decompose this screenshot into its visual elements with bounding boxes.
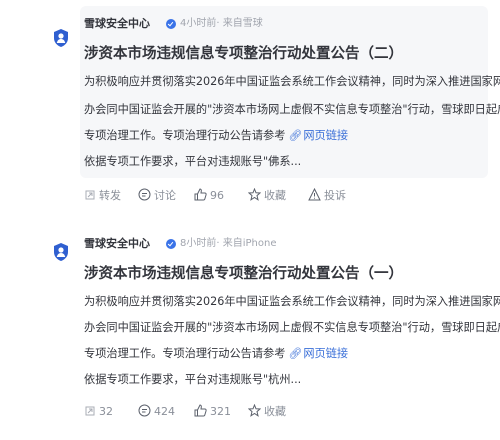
post-body-line[interactable]: 依据专项工作要求，平台对违规账号"杭州...	[84, 372, 301, 388]
post-title[interactable]: 涉资本市场违规信息专项整治行动处置公告（一）	[84, 264, 403, 284]
web-link[interactable]: 网页链接	[303, 129, 348, 142]
comment-icon	[138, 404, 151, 417]
like-count: 96	[210, 189, 224, 202]
post-title[interactable]: 涉资本市场违规信息专项整治行动处置公告（二）	[84, 44, 403, 64]
comment-button[interactable]: 424	[138, 404, 175, 420]
repost-count: 32	[99, 405, 113, 418]
report-button[interactable]: 投诉	[308, 187, 346, 204]
repost-icon	[85, 190, 95, 200]
favorite-button[interactable]: 收藏	[247, 187, 286, 204]
comment-label: 讨论	[154, 189, 176, 202]
comment-count: 424	[154, 405, 175, 418]
verified-badge-icon	[166, 19, 176, 29]
post-body-line: 专项治理工作。专项治理行动公告请参考 🔗︎网页链接	[84, 128, 348, 144]
like-button[interactable]: 321	[194, 404, 231, 420]
comment-button[interactable]: 讨论	[138, 188, 176, 204]
feed-post: 雪球安全中心 4小时前· 来自雪球 涉资本市场违规信息专项整治行动处置公告（二）…	[0, 0, 500, 220]
shield-person-icon[interactable]	[52, 242, 70, 262]
comment-icon	[138, 188, 151, 201]
post-body-text: 专项治理工作。专项治理行动公告请参考	[84, 347, 286, 360]
post-body-line: 办会同中国证监会开展的"涉资本市场网上虚假不实信息专项整治"行动，雪球即日起启动	[84, 103, 500, 116]
verified-badge-icon	[166, 239, 176, 249]
favorite-label: 收藏	[264, 405, 286, 418]
action-bar: 转发 讨论 96 收藏 投诉	[84, 187, 484, 204]
action-bar: 32 424 321 收藏	[84, 403, 484, 420]
repost-icon	[85, 406, 95, 416]
post-meta: 8小时前· 来自iPhone	[180, 238, 277, 249]
like-button[interactable]: 96	[194, 188, 224, 204]
web-link[interactable]: 网页链接	[303, 347, 348, 360]
shield-person-icon[interactable]	[52, 28, 70, 48]
feed-post: 雪球安全中心 8小时前· 来自iPhone 涉资本市场违规信息专项整治行动处置公…	[0, 230, 500, 440]
author-name[interactable]: 雪球安全中心	[84, 237, 150, 251]
favorite-button[interactable]: 收藏	[247, 403, 286, 420]
post-body-line: 办会同中国证监会开展的"涉资本市场网上虚假不实信息专项整治"行动，雪球即日起启动	[84, 321, 500, 334]
post-body-line: 为积极响应并贯彻落实2026年中国证监会系统工作会议精神，同时为深入推进国家网信	[84, 75, 500, 88]
link-icon: 🔗︎	[288, 129, 303, 142]
post-body-line: 专项治理工作。专项治理行动公告请参考 🔗︎网页链接	[84, 346, 348, 362]
repost-button[interactable]: 转发	[84, 188, 121, 204]
like-count: 321	[210, 405, 231, 418]
repost-button[interactable]: 32	[84, 404, 113, 420]
favorite-label: 收藏	[264, 189, 286, 202]
post-body-line: 为积极响应并贯彻落实2026年中国证监会系统工作会议精神，同时为深入推进国家网信	[84, 295, 500, 308]
link-icon: 🔗︎	[288, 347, 303, 360]
post-meta: 4小时前· 来自雪球	[180, 18, 263, 29]
post-card-background	[80, 6, 488, 178]
thumbs-up-icon	[194, 404, 207, 417]
author-name[interactable]: 雪球安全中心	[84, 17, 150, 31]
post-body-line[interactable]: 依据专项工作要求，平台对违规账号"佛系...	[84, 154, 301, 170]
thumbs-up-icon	[194, 188, 207, 201]
star-icon	[247, 187, 262, 201]
warning-triangle-icon	[308, 187, 321, 201]
repost-label: 转发	[99, 189, 121, 202]
post-body-text: 专项治理工作。专项治理行动公告请参考	[84, 129, 286, 142]
star-icon	[247, 403, 262, 417]
report-label: 投诉	[324, 189, 346, 202]
